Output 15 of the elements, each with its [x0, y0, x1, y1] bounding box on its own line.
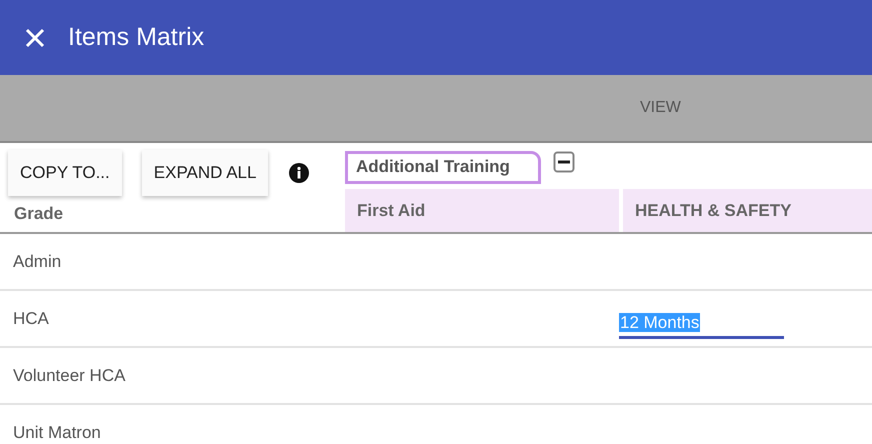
close-icon[interactable] — [24, 26, 46, 48]
expand-all-button[interactable]: EXPAND ALL — [142, 150, 268, 196]
grade-cell-text: Volunteer HCA — [12, 364, 126, 386]
copy-to-button[interactable]: COPY TO... — [8, 150, 122, 196]
column-header: Grade — [13, 203, 64, 224]
grade-cell-text: Unit Matron — [12, 422, 102, 444]
column-header: First Aid — [345, 189, 619, 232]
window-title: Items Matrix — [68, 23, 204, 52]
group-header: Additional Training — [345, 151, 541, 184]
info-icon[interactable] — [288, 162, 310, 184]
column-header: HEALTH & SAFETY — [623, 189, 872, 232]
grade-cell-text: HCA — [12, 308, 50, 330]
collapse-icon[interactable] — [552, 151, 575, 173]
view-label: VIEW — [640, 99, 681, 117]
grade-cell-text: Admin — [12, 250, 62, 272]
